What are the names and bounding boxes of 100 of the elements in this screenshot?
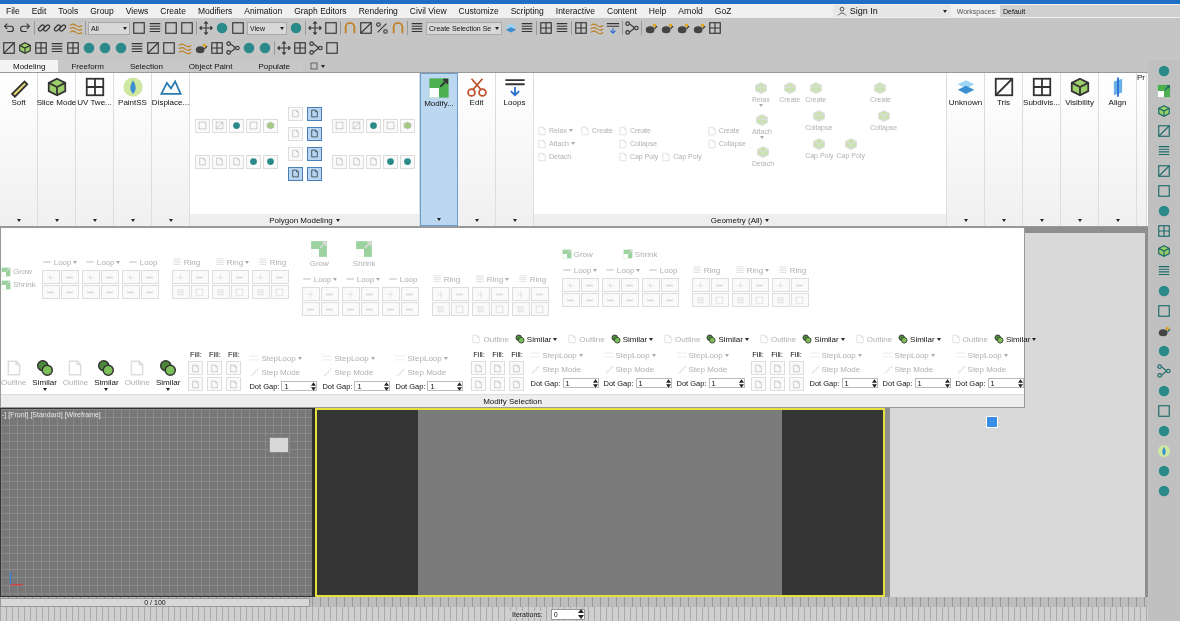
similar-button[interactable]: Similar — [802, 334, 845, 344]
page-icon — [567, 334, 578, 344]
caret-icon — [297, 356, 302, 360]
ribbon-button[interactable]: PaintSS — [114, 73, 152, 226]
caret-icon — [370, 356, 375, 360]
lines-icon — [1157, 144, 1171, 158]
page-icon — [474, 379, 484, 389]
menu-item[interactable]: Customize — [452, 6, 505, 16]
menu-item[interactable]: Help — [642, 6, 673, 16]
magnet-icon — [391, 21, 405, 35]
ribbon-button[interactable]: Pr — [1137, 73, 1147, 226]
menu-item[interactable]: Content — [601, 6, 643, 16]
ribbon-button[interactable]: Loops — [496, 73, 534, 226]
move-cross-icon — [277, 41, 291, 55]
similar-button[interactable]: Similar — [610, 334, 654, 344]
similar-button[interactable]: Similar — [32, 359, 57, 391]
page-icon — [471, 334, 482, 344]
lines-icon — [734, 265, 745, 275]
cube-icon — [843, 137, 858, 151]
menu-item[interactable]: Arnold — [672, 6, 709, 16]
menu-item[interactable]: Interactive — [549, 6, 601, 16]
caret-icon — [1003, 353, 1008, 357]
page-icon — [791, 379, 801, 389]
viewport[interactable] — [315, 408, 885, 597]
caret-icon — [54, 219, 59, 222]
square-icon — [1157, 304, 1171, 318]
similar-button[interactable]: Similar — [898, 334, 941, 344]
ribbon-button[interactable]: Subdivis... — [1023, 73, 1061, 226]
menu-item[interactable]: Modifiers — [191, 6, 239, 16]
menu-item[interactable]: Views — [119, 6, 155, 16]
circle-icon — [1157, 484, 1171, 498]
ribbon-button[interactable]: Tris — [985, 73, 1023, 226]
ribbon-button[interactable]: Edit — [458, 73, 496, 226]
page-icon — [309, 169, 319, 178]
menu-item[interactable]: Animation — [238, 6, 289, 16]
steps-icon — [322, 367, 333, 377]
menu-item[interactable]: File — [0, 6, 26, 16]
similar-button[interactable]: Similar — [514, 334, 558, 344]
menu-item[interactable]: Edit — [25, 6, 53, 16]
page-icon — [854, 334, 865, 344]
ribbon-tab[interactable]: Modeling — [0, 60, 59, 72]
caret-icon — [280, 26, 284, 30]
page-icon — [791, 363, 801, 373]
ribbon-button[interactable]: Displace... — [152, 73, 190, 226]
square-icon — [197, 121, 207, 130]
spheres-icon — [514, 334, 525, 344]
cube-icon — [812, 137, 827, 151]
caret-icon — [568, 129, 573, 132]
caret-icon — [593, 268, 598, 272]
page-icon — [351, 157, 361, 166]
group-menu-button[interactable]: Polygon Modeling — [190, 214, 419, 226]
similar-button[interactable]: Similar — [94, 359, 119, 391]
caret-icon — [1077, 219, 1082, 222]
lines-icon — [474, 274, 485, 284]
wave-icon — [590, 21, 604, 35]
menu-item[interactable]: Create — [154, 6, 192, 16]
icon-button[interactable] — [306, 106, 322, 121]
similar-button[interactable]: Similar — [993, 334, 1037, 344]
ribbon-button[interactable]: Unknown — [947, 73, 985, 226]
page-icon — [210, 363, 220, 373]
ribbon-button[interactable]: Slice Mode — [38, 73, 76, 226]
teapot-icon — [1157, 324, 1171, 338]
menu-item[interactable]: Civil View — [403, 6, 453, 16]
cube-icon — [808, 81, 823, 95]
grid-icon — [708, 21, 722, 35]
menu-item[interactable]: Graph Editors — [288, 6, 353, 16]
icon-button[interactable] — [306, 146, 322, 161]
lines-arrow-icon — [503, 76, 526, 98]
ribbon-button[interactable]: UV Twe... — [76, 73, 114, 226]
menu-item[interactable]: GoZ — [708, 6, 738, 16]
icon-button[interactable] — [306, 126, 322, 141]
menu-item[interactable]: Tools — [52, 6, 85, 16]
menu-item[interactable]: Group — [84, 6, 120, 16]
ribbon-button[interactable]: Modify... — [420, 73, 458, 226]
icon-button[interactable] — [287, 166, 303, 181]
color-swatch[interactable] — [986, 416, 998, 428]
caret-icon — [495, 26, 499, 30]
spheres-icon — [35, 359, 54, 377]
steps-icon — [395, 367, 406, 377]
plus-icon — [306, 289, 316, 299]
caret-icon — [578, 353, 583, 357]
caret-icon — [512, 219, 517, 222]
square-icon — [235, 287, 245, 297]
page-icon — [290, 149, 300, 158]
similar-button[interactable]: Similar — [156, 359, 181, 391]
lines-icon — [520, 21, 534, 35]
similar-button[interactable]: Similar — [706, 334, 749, 344]
plus-icon — [516, 289, 526, 299]
ribbon-button[interactable]: Align — [1099, 73, 1137, 226]
percent-icon — [375, 21, 389, 35]
steps-icon — [676, 364, 687, 374]
ribbon-button[interactable]: Soft — [0, 73, 38, 226]
menu-item[interactable]: Scripting — [504, 6, 550, 16]
icon-button[interactable] — [306, 166, 322, 181]
menu-item[interactable]: Rendering — [352, 6, 404, 16]
sign-in-dropdown[interactable]: Sign In — [832, 5, 951, 17]
lines-icon — [216, 287, 226, 297]
caret-icon — [130, 219, 135, 222]
page-icon — [753, 363, 763, 373]
ribbon-button[interactable]: Visibility — [1061, 73, 1099, 226]
